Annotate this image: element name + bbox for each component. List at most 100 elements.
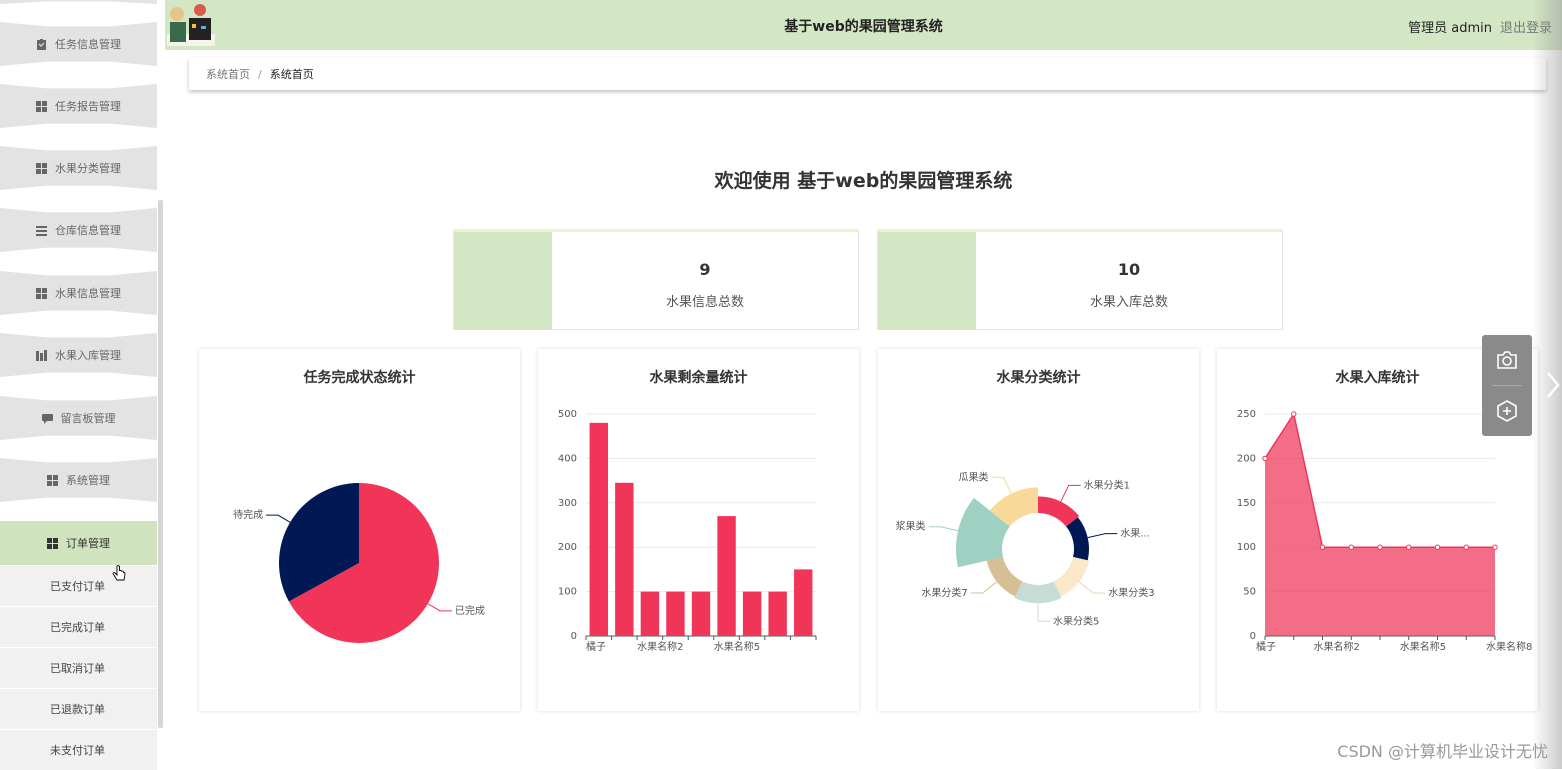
bar (768, 591, 787, 636)
rose-slice (1053, 557, 1090, 597)
label-line (928, 526, 959, 532)
chart-card-fruit-category: 水果分类统计 水果分类1 水果... 水果分类3 水果分类5 水果分类7 浆果类 瓜果类 (878, 349, 1199, 711)
sidebar-item-label: 任务报告管理 (55, 100, 121, 113)
slice-label: 水果分类3 (1108, 586, 1154, 599)
y-tick-label: 150 (1237, 498, 1256, 509)
plugin-button[interactable] (1482, 386, 1532, 436)
data-point (1434, 544, 1441, 550)
slice-label: 水果分类5 (1053, 614, 1099, 627)
app-title: 基于web的果园管理系统 (784, 19, 943, 35)
x-tick-label: 水果名称5 (1400, 640, 1446, 653)
label-line (991, 476, 1012, 494)
task-status-pie-chart: 已完成 待完成 (233, 483, 485, 643)
screenshot-button[interactable] (1482, 335, 1532, 385)
data-point (1463, 544, 1469, 550)
stat-label: 水果信息总数 (665, 295, 744, 310)
rose-slice (986, 557, 1023, 597)
sidebar-item-label: 水果信息管理 (55, 287, 121, 300)
sidebar-item-label: 任务信息管理 (55, 38, 121, 51)
y-tick-label: 200 (558, 542, 577, 553)
stat-color-block (878, 232, 976, 330)
grid-icon (36, 100, 47, 112)
data-point (1377, 544, 1383, 550)
sidebar-item-partial[interactable] (0, 0, 157, 4)
chart-card-task-status: 任务完成状态统计 已完成 待完成 (199, 349, 520, 711)
sidebar-item-fruit-inbound[interactable]: 水果入库管理 (0, 333, 157, 377)
x-tick-label: 橘子 (1256, 641, 1276, 653)
floating-toolbox (1482, 335, 1532, 436)
grid-icon (47, 537, 58, 549)
label-line (1087, 533, 1118, 539)
y-tick-label: 100 (558, 587, 577, 598)
breadcrumb-home[interactable]: 系统首页 (206, 66, 250, 82)
label-line (266, 514, 291, 523)
stat-value: 10 (1117, 260, 1141, 279)
sidebar-item-orders[interactable]: 订单管理 (0, 521, 157, 565)
message-icon (41, 413, 53, 424)
label-line (1060, 484, 1081, 502)
data-point (1319, 544, 1326, 550)
camera-icon (1497, 351, 1517, 369)
data-point (1492, 544, 1498, 550)
sidebar-item-label: 水果入库管理 (55, 349, 121, 362)
y-tick-label: 0 (571, 631, 577, 642)
sidebar-item-warehouse[interactable]: 仓库信息管理 (0, 208, 157, 252)
slice-label: 水果分类7 (921, 586, 967, 599)
sidebar-item-system[interactable]: 系统管理 (0, 458, 157, 502)
sidebar-subitem-refunded[interactable]: 已退款订单 (0, 689, 157, 729)
bar (640, 591, 660, 636)
y-tick-label: 250 (1237, 409, 1256, 420)
sidebar-item-message-board[interactable]: 留言板管理 (0, 396, 157, 440)
x-tick-label: 水果名称2 (637, 640, 683, 653)
header: 基于web的果园管理系统 管理员 admin 退出登录 (165, 0, 1562, 50)
label-line (427, 603, 452, 612)
slice-label: 水果... (1120, 528, 1150, 540)
sidebar-subitem-cancelled[interactable]: 已取消订单 (0, 648, 157, 688)
data-point (1406, 544, 1412, 550)
data-point (1262, 455, 1268, 462)
bar (666, 591, 685, 636)
sidebar-subitem-unpaid[interactable]: 未支付订单 (0, 730, 157, 770)
breadcrumb-separator: / (258, 67, 262, 81)
sidebar-item-task-info[interactable]: 任务信息管理 (0, 22, 157, 66)
sidebar-item-fruit-category[interactable]: 水果分类管理 (0, 146, 157, 190)
y-tick-label: 500 (558, 409, 577, 420)
hexagon-plus-icon (1497, 400, 1517, 422)
y-tick-label: 300 (558, 498, 577, 509)
y-tick-label: 200 (1237, 453, 1256, 464)
stat-card-fruit-inbound: 10 水果入库总数 (877, 229, 1283, 330)
bar (691, 591, 711, 636)
bar (742, 591, 762, 636)
y-tick-label: 50 (1243, 587, 1256, 598)
chevron-right-icon[interactable] (1544, 370, 1562, 400)
stat-card-fruit-info: 9 水果信息总数 (453, 229, 859, 330)
welcome-title: 欢迎使用 基于web的果园管理系统 (714, 170, 1013, 192)
slice-label: 待完成 (233, 508, 263, 521)
data-point (1291, 411, 1297, 417)
bar (589, 422, 608, 636)
sidebar-subitem-paid[interactable]: 已支付订单 (0, 566, 157, 606)
sidebar-item-task-report[interactable]: 任务报告管理 (0, 84, 157, 128)
sidebar-item-label: 仓库信息管理 (55, 224, 121, 237)
y-tick-label: 100 (1237, 542, 1256, 553)
sidebar-item-label: 订单管理 (66, 537, 110, 550)
stat-value: 9 (699, 260, 711, 279)
chart-card-fruit-stock: 水果剩余量统计 0 100 200 300 400 500 橘子 水果名称2 水果名称5 (538, 349, 859, 711)
x-tick-label: 水果名称5 (714, 640, 760, 653)
sidebar-scrollbar[interactable] (158, 200, 163, 728)
clipboard-icon (37, 38, 46, 50)
sidebar-subitem-completed[interactable]: 已完成订单 (0, 607, 157, 647)
sidebar: 任务信息管理 任务报告管理 水果分类管理 仓库信息管理 水果信息管理 水果入库管… (0, 0, 158, 770)
logout-link[interactable]: 退出登录 (1500, 17, 1552, 36)
slice-label: 水果分类1 (1084, 478, 1130, 491)
data-point (1348, 544, 1354, 550)
label-line (1078, 581, 1106, 594)
stat-label: 水果入库总数 (1089, 295, 1168, 310)
sidebar-item-fruit-info[interactable]: 水果信息管理 (0, 271, 157, 315)
breadcrumb: 系统首页 / 系统首页 (189, 58, 1546, 90)
slice-label: 已完成 (455, 604, 485, 617)
rose-slice (1014, 581, 1062, 604)
bar (794, 569, 813, 636)
y-tick-label: 0 (1250, 631, 1256, 642)
list-icon (36, 225, 47, 236)
